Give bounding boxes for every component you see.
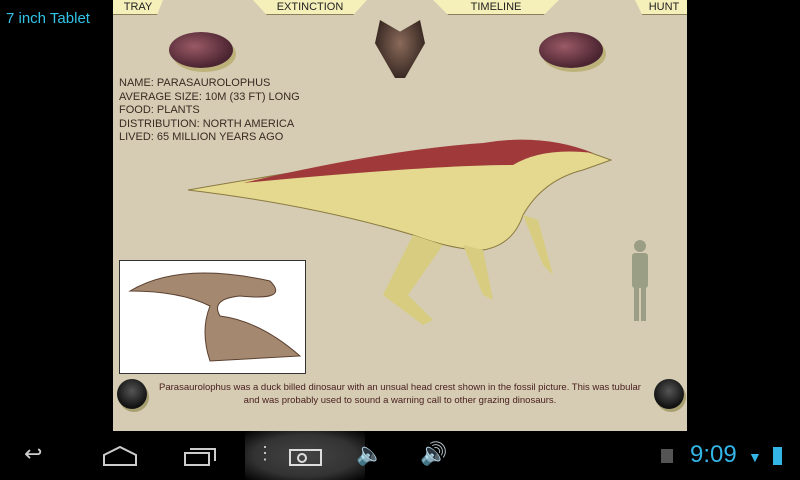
app-screen: TRAY EXTINCTION TIMELINE HUNT NAME: PARA… [113,0,687,431]
volume-up-icon[interactable]: 🔊 [420,441,447,467]
battery-icon [773,447,782,465]
system-nav-bar: ↩ ⋮ 🔈 🔊 9:09 ▼ [0,431,800,480]
speaker-right-button[interactable] [654,379,684,409]
fossil-skull-picture [119,260,306,374]
info-food: FOOD: PLANTS [119,104,200,116]
clock: 9:09 [690,441,737,468]
triceratops-skull-icon[interactable] [375,20,425,78]
tab-timeline[interactable]: TIMELINE [433,0,559,15]
tab-bar: TRAY EXTINCTION TIMELINE HUNT [113,0,687,16]
info-size: AVERAGE SIZE: 10M (33 FT) LONG [119,90,300,103]
info-name: NAME: PARASAUROLOPHUS [119,77,271,89]
back-icon[interactable]: ↩ [24,441,42,467]
trilobite-right-button[interactable] [539,32,603,68]
human-scale-silhouette [632,240,648,321]
window-title: 7 inch Tablet [6,10,90,27]
wifi-icon: ▼ [748,449,762,465]
tab-hunt[interactable]: HUNT [635,0,687,15]
tab-tray[interactable]: TRAY [113,0,163,15]
speaker-left-button[interactable] [117,379,147,409]
home-icon[interactable] [102,445,138,467]
recent-apps-icon[interactable] [184,445,218,467]
store-notification-icon [661,449,673,463]
tab-extinction[interactable]: EXTINCTION [253,0,367,15]
screenshot-camera-icon[interactable] [289,447,323,467]
menu-icon[interactable]: ⋮ [256,443,274,464]
volume-down-icon[interactable]: 🔈 [356,441,383,467]
trilobite-left-button[interactable] [169,32,233,68]
description-text: Parasaurolophus was a duck billed dinosa… [159,382,641,406]
